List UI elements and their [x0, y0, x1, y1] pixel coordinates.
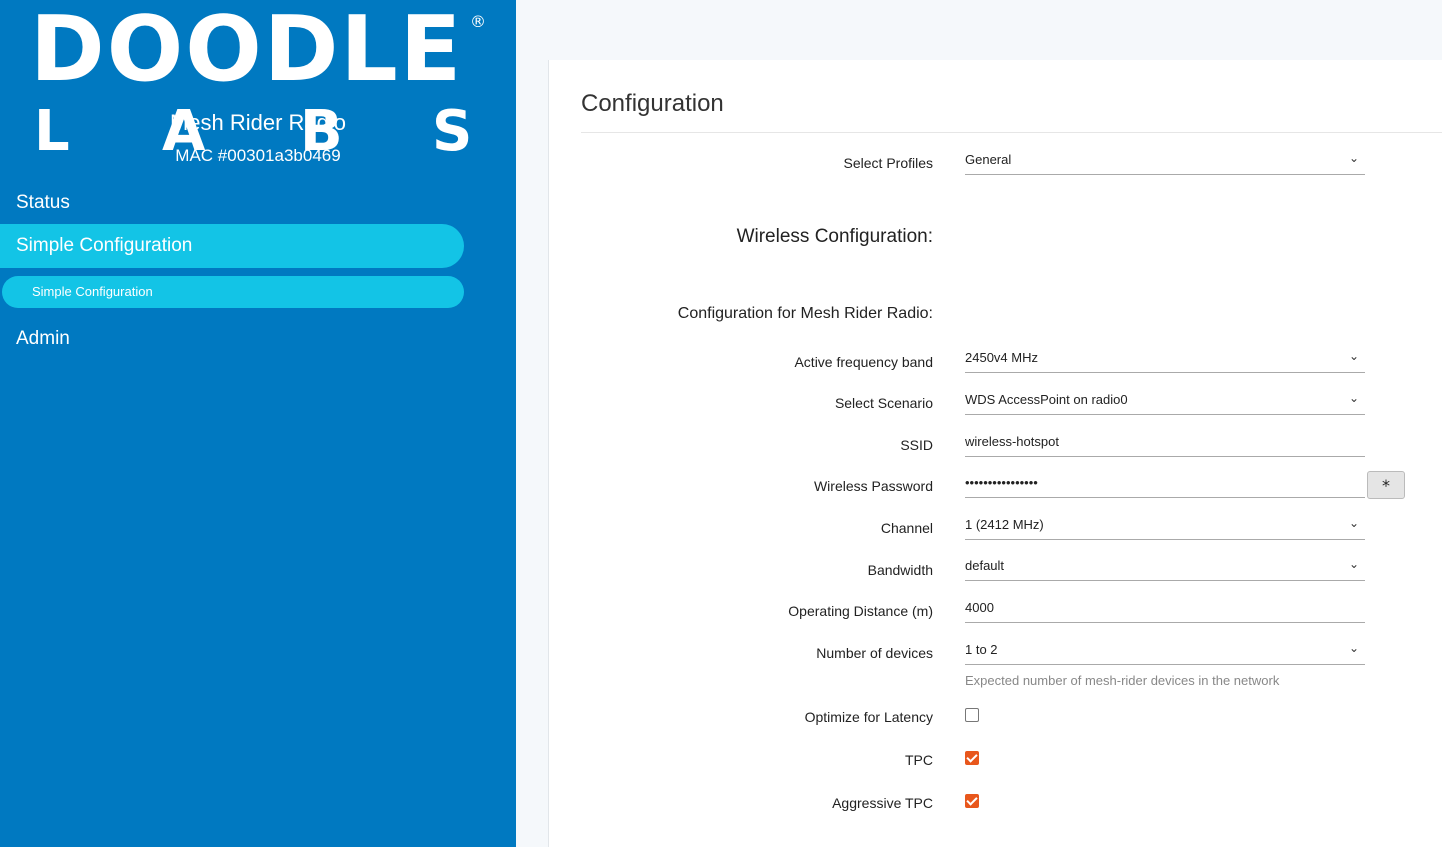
nav-admin[interactable]: Admin [16, 328, 70, 350]
optimize-latency-label: Optimize for Latency [804, 709, 933, 725]
num-devices-value: 1 to 2 [965, 642, 998, 657]
scenario-dropdown[interactable]: WDS AccessPoint on radio0 ⌄ [965, 390, 1365, 415]
aggressive-tpc-checkbox[interactable] [965, 794, 979, 808]
logo-doodle-text: DOODLE [30, 0, 464, 102]
channel-value: 1 (2412 MHz) [965, 517, 1044, 532]
nav-simple-configuration[interactable]: Simple Configuration [0, 224, 464, 268]
aggressive-tpc-label: Aggressive TPC [832, 795, 933, 811]
bandwidth-dropdown[interactable]: default ⌄ [965, 556, 1365, 581]
page-title: Configuration [581, 90, 724, 117]
password-value: •••••••••••••••• [965, 475, 1038, 490]
active-band-label: Active frequency band [794, 354, 933, 370]
num-devices-label: Number of devices [816, 645, 933, 661]
tpc-label: TPC [905, 752, 933, 768]
optimize-latency-checkbox[interactable] [965, 708, 979, 722]
active-band-dropdown[interactable]: 2450v4 MHz ⌄ [965, 348, 1365, 373]
chevron-down-icon: ⌄ [1348, 151, 1359, 165]
channel-label: Channel [880, 520, 933, 536]
password-label: Wireless Password [813, 478, 933, 494]
distance-value: 4000 [965, 600, 994, 615]
wireless-configuration-heading: Wireless Configuration: [736, 226, 933, 247]
chevron-down-icon: ⌄ [1348, 516, 1359, 530]
num-devices-dropdown[interactable]: 1 to 2 ⌄ [965, 640, 1365, 665]
ssid-value: wireless-hotspot [965, 434, 1059, 449]
num-devices-hint: Expected number of mesh-rider devices in… [965, 673, 1280, 688]
select-profiles-dropdown[interactable]: General ⌄ [965, 150, 1365, 175]
tpc-checkbox[interactable] [965, 751, 979, 765]
channel-dropdown[interactable]: 1 (2412 MHz) ⌄ [965, 515, 1365, 540]
ssid-input[interactable]: wireless-hotspot [965, 432, 1365, 457]
password-input[interactable]: •••••••••••••••• [965, 473, 1365, 498]
distance-input[interactable]: 4000 [965, 598, 1365, 623]
title-divider [581, 132, 1442, 133]
bandwidth-value: default [965, 558, 1005, 573]
scenario-label: Select Scenario [834, 395, 933, 411]
select-profiles-label: Select Profiles [843, 155, 933, 171]
distance-label: Operating Distance (m) [788, 603, 933, 619]
nav-sub-simple-configuration[interactable]: Simple Configuration [2, 276, 464, 308]
chevron-down-icon: ⌄ [1348, 391, 1359, 405]
nav-sub-simple-configuration-label: Simple Configuration [32, 284, 153, 299]
scenario-value: WDS AccessPoint on radio0 [965, 392, 1128, 407]
sidebar: DOODLE ® L Mesh Rider Radio MAC #00301a3… [0, 0, 516, 847]
nav-status[interactable]: Status [16, 192, 70, 214]
logo-letter-s: S [432, 99, 473, 164]
ssid-label: SSID [900, 437, 933, 453]
chevron-down-icon: ⌄ [1348, 641, 1359, 655]
select-profiles-value: General [965, 152, 1012, 167]
radio-configuration-heading: Configuration for Mesh Rider Radio: [677, 305, 933, 322]
nav-simple-configuration-label: Simple Configuration [16, 235, 193, 256]
chevron-down-icon: ⌄ [1348, 349, 1359, 363]
configuration-panel: Configuration Select Profiles General ⌄ … [548, 60, 1442, 847]
bandwidth-label: Bandwidth [867, 562, 933, 578]
reveal-password-button[interactable]: * [1367, 471, 1405, 499]
logo-letter-a: A [162, 99, 206, 164]
active-band-value: 2450v4 MHz [965, 350, 1038, 365]
chevron-down-icon: ⌄ [1348, 557, 1359, 571]
logo-letter-b: B [300, 99, 343, 164]
logo-registered-mark: ® [470, 12, 486, 31]
